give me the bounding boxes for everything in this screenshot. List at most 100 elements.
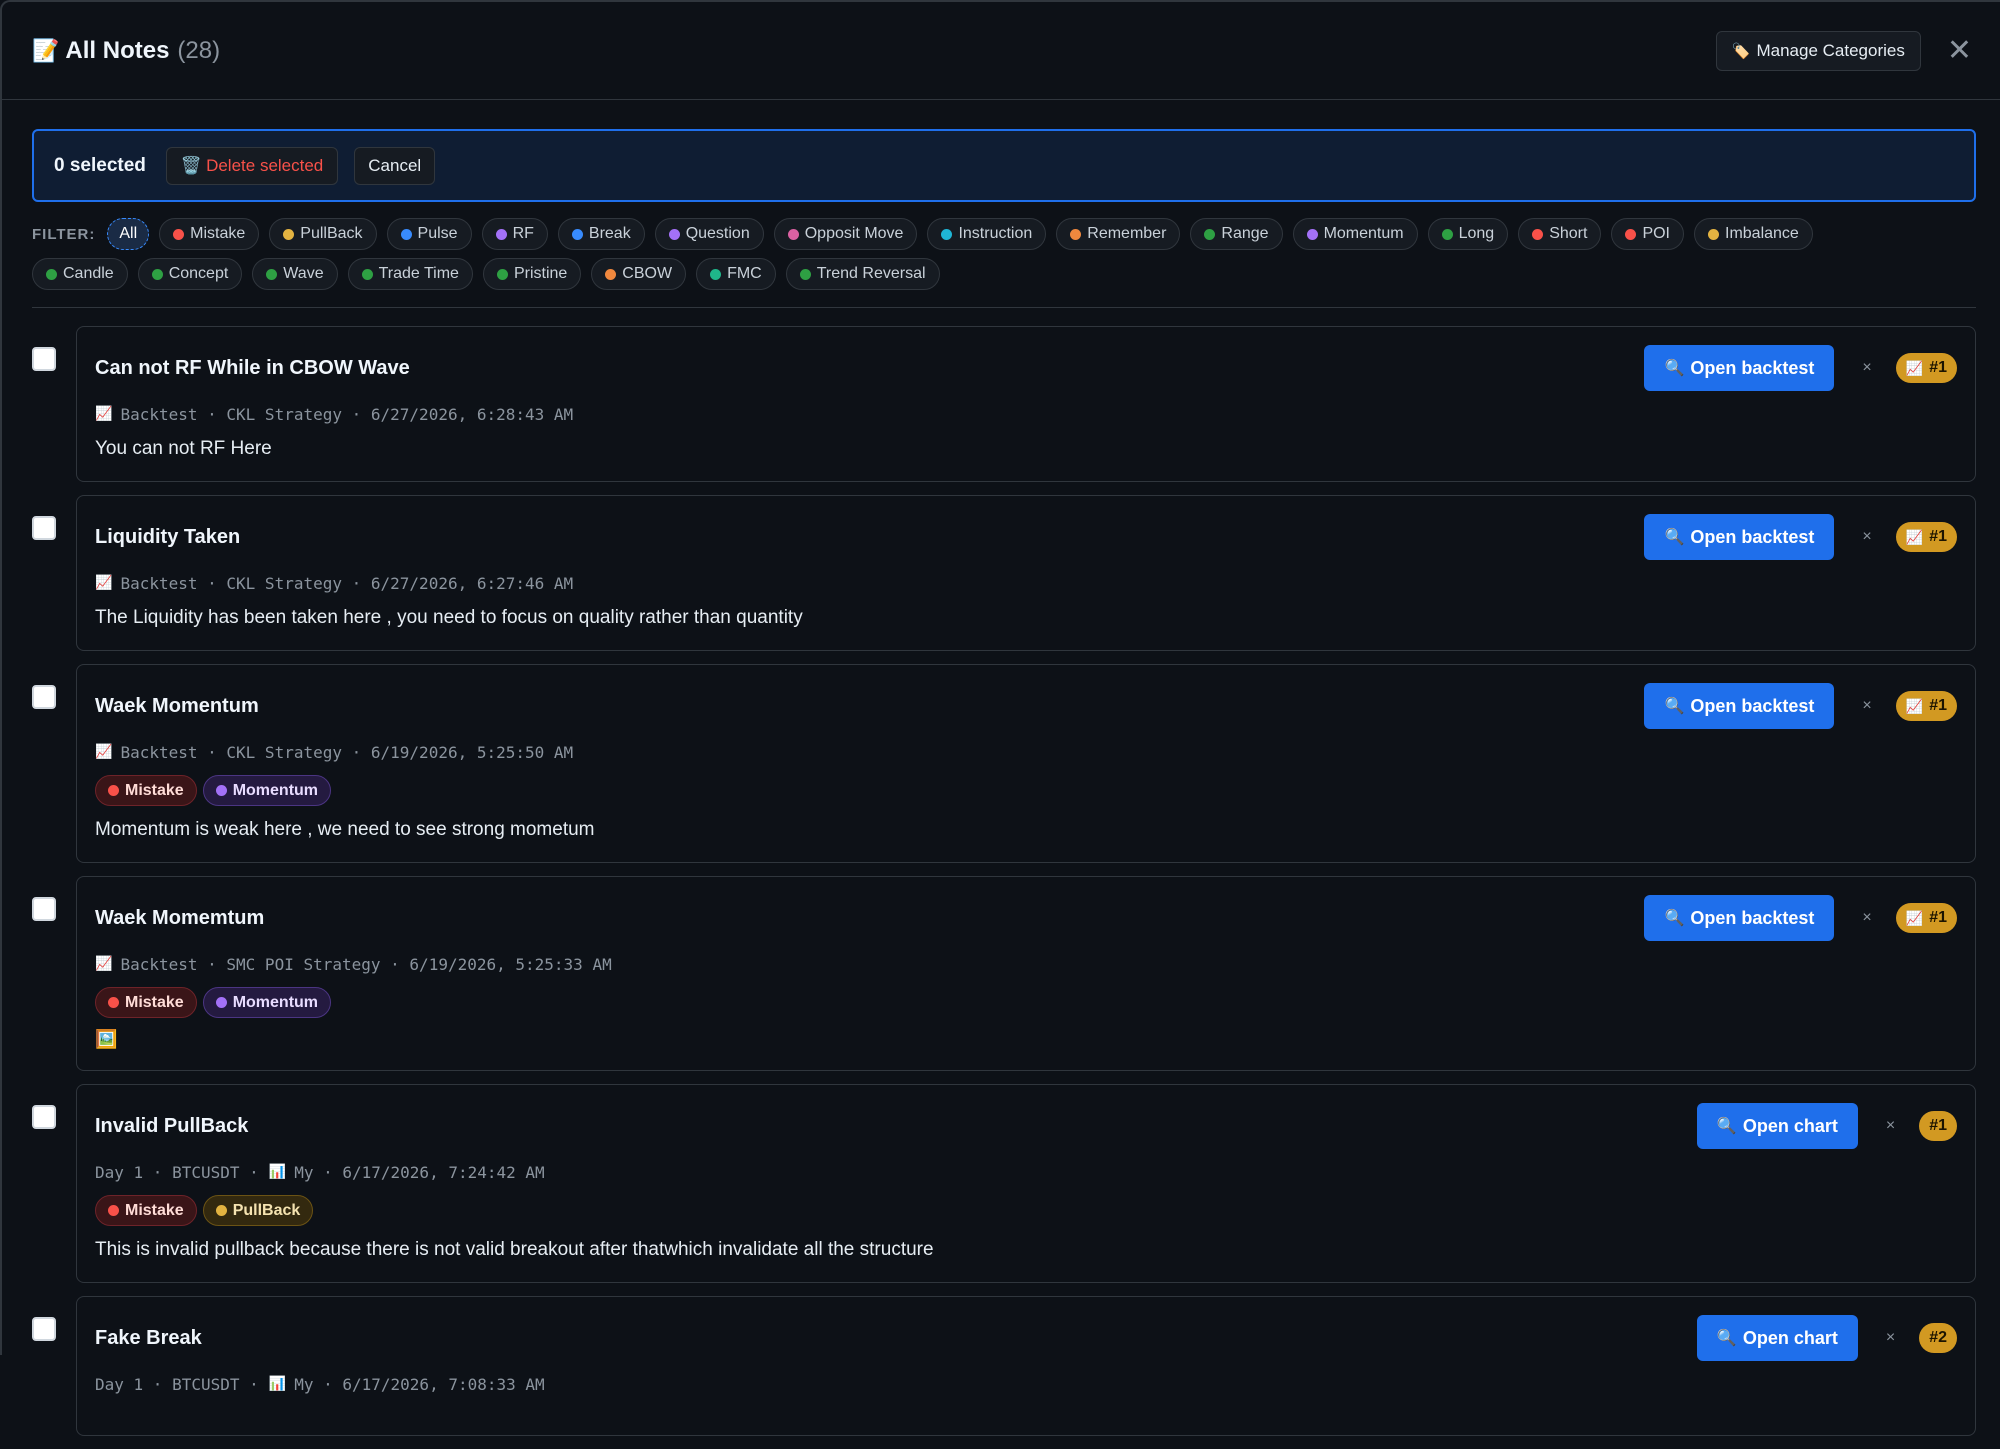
note-body: You can not RF Here	[95, 438, 272, 459]
tag-label: Momentum	[232, 993, 319, 1011]
delete-selected-button[interactable]: 🗑️ Delete selected	[165, 146, 339, 185]
open-chart-button[interactable]: 🔍 Open chart	[1696, 1103, 1858, 1149]
note-meta: 📈 Backtest · CKL Strategy · 6/27/2026, 6:…	[95, 572, 1957, 594]
index-badge: 📈 #1	[1895, 903, 1957, 933]
meta-text: My · 6/17/2026, 7:08:33 AM	[294, 1374, 545, 1394]
filter-chip-pullback[interactable]: PullBack	[269, 218, 377, 250]
filter-chip-poi[interactable]: POI	[1611, 218, 1684, 250]
filter-chip-fmc[interactable]: FMC	[696, 258, 776, 290]
color-dot	[1532, 228, 1544, 240]
filter-chip-pristine[interactable]: Pristine	[482, 258, 582, 290]
filter-chip-label: Trade Time	[378, 265, 459, 282]
note-body: This is invalid pullback because there i…	[95, 1239, 934, 1260]
filter-chip-pulse[interactable]: Pulse	[386, 218, 472, 250]
filter-label: FILTER:	[32, 225, 96, 243]
filter-chip-rf[interactable]: RF	[481, 218, 548, 250]
filter-chip-cbow[interactable]: CBOW	[591, 258, 687, 290]
note-meta: 📈 Backtest · CKL Strategy · 6/27/2026, 6:…	[95, 403, 1957, 425]
color-dot	[215, 997, 227, 1008]
note-header: Invalid PullBack 🔍 Open chart × #1	[95, 1102, 1957, 1150]
list-item: Can not RF While in CBOW Wave 🔍 Open backt…	[32, 326, 1976, 482]
note-actions: 🔍 Open chart × #2	[1696, 1315, 1957, 1361]
list-item: Waek Momemtum 🔍 Open backtest × 📈 #1 📈 Backtest…	[32, 876, 1976, 1071]
filter-chip-trend-reversal[interactable]: Trend Reversal	[785, 258, 940, 290]
note-body: The Liquidity has been taken here , you …	[95, 607, 803, 628]
magnifier-icon: 🔍	[1664, 698, 1685, 715]
index-badge: 📈 #1	[1895, 522, 1957, 552]
filter-chip-all[interactable]: All	[107, 218, 150, 250]
color-dot	[941, 228, 953, 240]
notes-modal: 📝 All Notes (28) 🏷️ Manage Categories ✕ …	[0, 0, 2000, 1436]
meta-text: My · 6/17/2026, 7:24:42 AM	[294, 1162, 545, 1182]
color-dot	[1625, 228, 1637, 240]
filter-chip-label: Wave	[283, 265, 324, 282]
open-chart-button[interactable]: 🔍 Open chart	[1696, 1315, 1858, 1361]
filter-chip-concept[interactable]: Concept	[137, 258, 243, 290]
filter-chip-opposit-move[interactable]: Opposit Move	[773, 218, 918, 250]
chart-increasing-icon: 📈	[1905, 697, 1924, 714]
color-dot	[400, 228, 412, 240]
label-tag-icon: 🏷️	[1731, 42, 1751, 60]
open-button-label: Open backtest	[1690, 526, 1815, 547]
cancel-button[interactable]: Cancel	[354, 146, 436, 185]
filter-chip-break[interactable]: Break	[557, 218, 645, 250]
tag-mistake: Mistake	[95, 775, 197, 806]
color-dot	[215, 785, 227, 796]
color-dot	[1204, 228, 1216, 240]
filter-chip-label: Long	[1458, 225, 1495, 242]
filter-chip-label: Trend Reversal	[816, 265, 926, 282]
filter-chip-range[interactable]: Range	[1190, 218, 1283, 250]
badge-label: #1	[1929, 359, 1947, 376]
filter-chip-mistake[interactable]: Mistake	[159, 218, 260, 250]
open-backtest-button[interactable]: 🔍 Open backtest	[1644, 345, 1835, 391]
filter-chip-imbalance[interactable]: Imbalance	[1694, 218, 1813, 250]
chart-increasing-icon: 📈	[95, 744, 113, 760]
filter-chip-instruction[interactable]: Instruction	[927, 218, 1047, 250]
open-backtest-button[interactable]: 🔍 Open backtest	[1644, 514, 1835, 560]
remove-icon[interactable]: ×	[1862, 528, 1871, 546]
filter-chip-question[interactable]: Question	[654, 218, 764, 250]
filter-chip-label: CBOW	[622, 265, 673, 282]
image-icon[interactable]: 🖼️	[95, 1029, 1957, 1070]
magnifier-icon: 🔍	[1716, 1330, 1737, 1347]
filter-bar: FILTER: All Mistake PullBack Pulse RF Break Qu…	[32, 218, 1976, 298]
filter-chip-trade-time[interactable]: Trade Time	[347, 258, 473, 290]
note-tags: Mistake Momentum	[95, 987, 1957, 1018]
notes-count: (28)	[177, 36, 221, 64]
filter-chip-remember[interactable]: Remember	[1056, 218, 1181, 250]
list-item: Liquidity Taken 🔍 Open backtest × 📈 #1 📈 Backte…	[32, 495, 1976, 651]
close-icon[interactable]: ✕	[1947, 35, 1972, 66]
color-dot	[108, 785, 119, 796]
manage-categories-button[interactable]: 🏷️ Manage Categories	[1715, 30, 1921, 71]
select-checkbox[interactable]	[32, 897, 56, 921]
remove-icon[interactable]: ×	[1862, 909, 1871, 927]
remove-icon[interactable]: ×	[1862, 359, 1871, 377]
filter-chip-label: Candle	[63, 265, 114, 282]
note-meta: 📈 Backtest · SMC POI Strategy · 6/19/2026…	[95, 953, 1957, 975]
filter-chip-short[interactable]: Short	[1518, 218, 1602, 250]
chart-increasing-icon: 📈	[95, 406, 113, 422]
tag-momentum: Momentum	[202, 775, 332, 806]
color-dot	[495, 228, 507, 240]
remove-icon[interactable]: ×	[1886, 1329, 1895, 1347]
color-dot	[173, 228, 185, 240]
note-title: Waek Momemtum	[95, 906, 265, 929]
filter-chip-candle[interactable]: Candle	[32, 258, 128, 290]
chart-increasing-icon: 📈	[95, 956, 113, 972]
select-checkbox[interactable]	[32, 516, 56, 540]
meta-text: Backtest · CKL Strategy · 6/27/2026, 6:2…	[120, 573, 574, 593]
filter-chip-momentum[interactable]: Momentum	[1292, 218, 1418, 250]
select-checkbox[interactable]	[32, 347, 56, 371]
filter-chip-long[interactable]: Long	[1427, 218, 1509, 250]
tag-pullback: PullBack	[202, 1195, 314, 1226]
index-badge: #2	[1919, 1323, 1957, 1353]
select-checkbox[interactable]	[32, 685, 56, 709]
note-header: Can not RF While in CBOW Wave 🔍 Open backt…	[95, 344, 1957, 392]
remove-icon[interactable]: ×	[1886, 1117, 1895, 1135]
remove-icon[interactable]: ×	[1862, 697, 1871, 715]
select-checkbox[interactable]	[32, 1105, 56, 1129]
open-backtest-button[interactable]: 🔍 Open backtest	[1644, 683, 1835, 729]
filter-chip-wave[interactable]: Wave	[252, 258, 338, 290]
select-checkbox[interactable]	[32, 1317, 56, 1341]
open-backtest-button[interactable]: 🔍 Open backtest	[1644, 895, 1835, 941]
